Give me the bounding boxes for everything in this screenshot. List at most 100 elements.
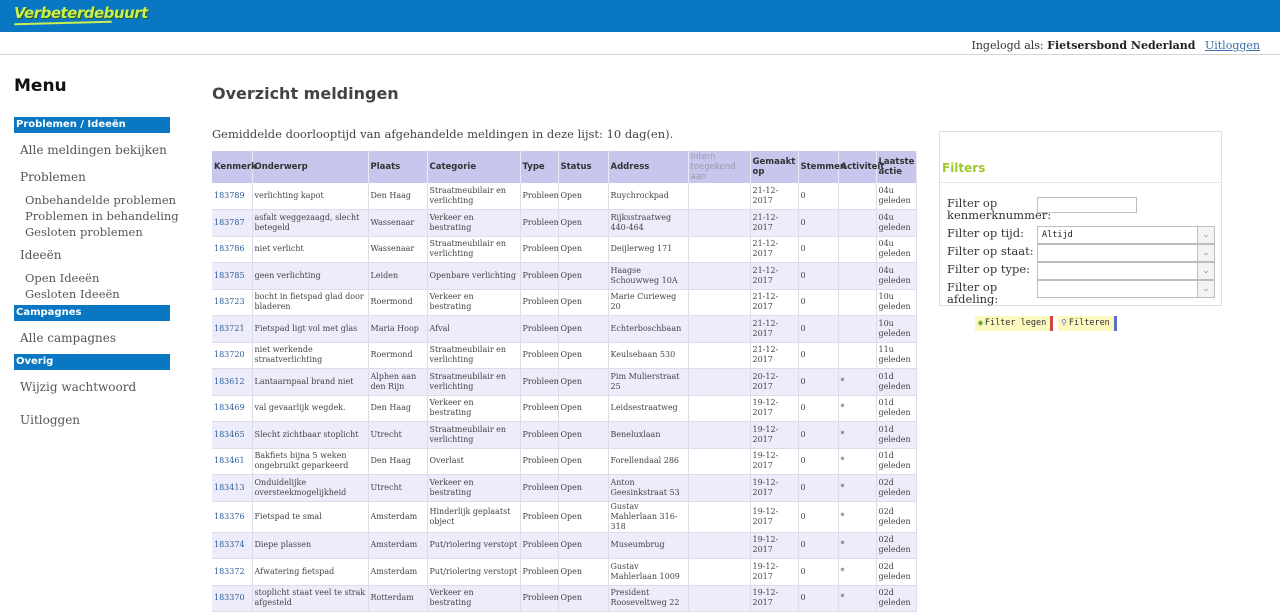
cell-type: Probleem [520, 585, 559, 612]
col-plaats[interactable]: Plaats [368, 151, 428, 183]
col-activiteit[interactable]: Activiteit [838, 151, 884, 183]
cell-kenmerk[interactable]: 183461 [212, 448, 253, 475]
login-bar: Ingelogd als: Fietsersbond Nederland Uit… [0, 32, 1280, 55]
cell-categorie: Overlast [427, 448, 521, 475]
menu-closed-ideas[interactable]: Gesloten Ideeën [25, 287, 120, 301]
cell-plaats: Wassenaar [368, 236, 428, 263]
table-row[interactable]: 183721 Fietspad ligt vol met glas Maria Ho… [212, 315, 917, 343]
table-row[interactable]: 183465 Slecht zichtbaar stoplicht Utrecht S… [212, 421, 917, 449]
cell-onderwerp: Afwatering fietspad [252, 558, 369, 586]
menu-open-ideas[interactable]: Open Ideeën [25, 271, 99, 285]
table-row[interactable]: 183612 Lantaarnpaal brand niet Alphen aan … [212, 368, 917, 396]
filter-type-select[interactable]: ⌵ [1037, 262, 1215, 280]
cell-type: Probleem [520, 448, 559, 475]
col-categorie[interactable]: Categorie [427, 151, 521, 183]
cell-kenmerk[interactable]: 183789 [212, 183, 253, 210]
cell-laatste: 02d geleden [876, 532, 917, 559]
table-row[interactable]: 183413 Onduidelijke oversteekmogelijkheid… [212, 474, 917, 502]
cell-kenmerk[interactable]: 183612 [212, 368, 253, 396]
cell-activiteit: * [838, 501, 877, 533]
filter-number-input[interactable] [1037, 197, 1137, 213]
cell-onderwerp: val gevaarlijk wegdek. [252, 395, 369, 422]
menu-section-other: Overig [14, 354, 170, 370]
cell-onderwerp: Lantaarnpaal brand niet [252, 368, 369, 396]
col-type[interactable]: Type [520, 151, 559, 183]
top-bar: Verbeterdebuurt [0, 0, 1280, 32]
menu-unhandled-problems[interactable]: Onbehandelde problemen [25, 193, 176, 207]
cell-kenmerk[interactable]: 183786 [212, 236, 253, 263]
cell-kenmerk[interactable]: 183372 [212, 558, 253, 586]
cell-categorie: Put/riolering verstopt [427, 558, 521, 586]
cell-kenmerk[interactable]: 183370 [212, 585, 253, 612]
cell-kenmerk[interactable]: 183465 [212, 421, 253, 449]
user-name: Fietsersbond Nederland [1047, 39, 1196, 52]
menu-section-problems: Problemen / Ideeën [14, 117, 170, 133]
cell-status: Open [558, 236, 609, 263]
col-address[interactable]: Address [608, 151, 689, 183]
table-row[interactable]: 183785 geen verlichting Leiden Openbare ver… [212, 262, 917, 290]
cell-kenmerk[interactable]: 183720 [212, 342, 253, 369]
cell-activiteit: * [838, 532, 877, 559]
table-row[interactable]: 183374 Diepe plassen Amsterdam Put/riolerin… [212, 532, 917, 559]
table-row[interactable]: 183372 Afwatering fietspad Amsterdam Put/ri… [212, 558, 917, 586]
menu-change-password[interactable]: Wijzig wachtwoord [20, 380, 136, 394]
filter-state-select[interactable]: ⌵ [1037, 244, 1215, 262]
cell-categorie: Straatmeubilair en verlichting [427, 421, 521, 449]
col-stemmen[interactable]: Stemmen [798, 151, 846, 183]
label-filter-state: Filter op staat: [947, 244, 1034, 258]
table-row[interactable]: 183461 Bakfiets bijna 5 weken ongebruikt … [212, 448, 917, 475]
cell-kenmerk[interactable]: 183413 [212, 474, 253, 502]
cell-kenmerk[interactable]: 183376 [212, 501, 253, 533]
cell-type: Probleem [520, 209, 559, 237]
cell-kenmerk[interactable]: 183723 [212, 289, 253, 316]
apply-filter-button[interactable]: ⚲ Filteren [1058, 316, 1117, 331]
menu-logout[interactable]: Uitloggen [20, 413, 80, 427]
cell-kenmerk[interactable]: 183787 [212, 209, 253, 237]
menu-all-reports[interactable]: Alle meldingen bekijken [20, 143, 167, 157]
cell-address: Marie Curieweg 20 [608, 289, 689, 316]
menu-closed-problems[interactable]: Gesloten problemen [25, 225, 143, 239]
cell-categorie: Verkeer en bestrating [427, 585, 521, 612]
filter-department-select[interactable]: ⌵ [1037, 280, 1215, 298]
cell-address: Anton Geesinkstraat 53 [608, 474, 689, 502]
table-row[interactable]: 183376 Fietspad te smal Amsterdam Hinderlij… [212, 501, 917, 533]
menu-ideas[interactable]: Ideeën [20, 248, 61, 262]
cell-type: Probleem [520, 289, 559, 316]
cell-activiteit: * [838, 421, 877, 449]
col-onderwerp[interactable]: Onderwerp [252, 151, 369, 183]
chevron-down-icon: ⌵ [1197, 227, 1214, 243]
site-logo[interactable]: Verbeterdebuurt [14, 4, 148, 22]
table-row[interactable]: 183786 niet verlicht Wassenaar Straatmeubil… [212, 236, 917, 263]
cell-status: Open [558, 209, 609, 237]
cell-activiteit [838, 315, 877, 343]
table-row[interactable]: 183789 verlichting kapot Den Haag Straatmeu… [212, 183, 917, 210]
header-logout-link[interactable]: Uitloggen [1205, 39, 1260, 52]
col-kenmerk[interactable]: Kenmerk [212, 151, 257, 183]
col-status[interactable]: Status [558, 151, 609, 183]
cell-kenmerk[interactable]: 183785 [212, 262, 253, 290]
cell-type: Probleem [520, 315, 559, 343]
table-row[interactable]: 183469 val gevaarlijk wegdek. Den Haag Verk… [212, 395, 917, 422]
table-row[interactable]: 183787 asfalt weggezaagd, slecht betegeld… [212, 209, 917, 237]
cell-kenmerk[interactable]: 183469 [212, 395, 253, 422]
cell-onderwerp: Bakfiets bijna 5 weken ongebruikt gepark… [252, 448, 369, 475]
cell-activiteit [838, 262, 877, 290]
cell-status: Open [558, 368, 609, 396]
cell-address: Beneluxlaan [608, 421, 689, 449]
filter-time-select[interactable]: Altijd ⌵ [1037, 226, 1215, 244]
col-gemaakt[interactable]: Gemaakt op [750, 151, 799, 183]
clear-filter-button[interactable]: ◉ Filter legen [975, 316, 1054, 331]
cell-kenmerk[interactable]: 183374 [212, 532, 253, 559]
chevron-down-icon: ⌵ [1197, 263, 1214, 279]
cell-status: Open [558, 289, 609, 316]
table-row[interactable]: 183720 niet werkende straatverlichting Roe… [212, 342, 917, 369]
table-row[interactable]: 183723 bocht in fietspad glad door blader… [212, 289, 917, 316]
cell-plaats: Maria Hoop [368, 315, 428, 343]
menu-problems[interactable]: Problemen [20, 170, 86, 184]
menu-problems-in-progress[interactable]: Problemen in behandeling [25, 209, 179, 223]
menu-all-campaigns[interactable]: Alle campagnes [20, 331, 116, 345]
cell-address: Gustav Mahlerlaan 1009 [608, 558, 689, 586]
col-laatste[interactable]: Laatste actie [876, 151, 917, 183]
table-row[interactable]: 183370 stoplicht staat veel te strak afge… [212, 585, 917, 612]
cell-kenmerk[interactable]: 183721 [212, 315, 253, 343]
